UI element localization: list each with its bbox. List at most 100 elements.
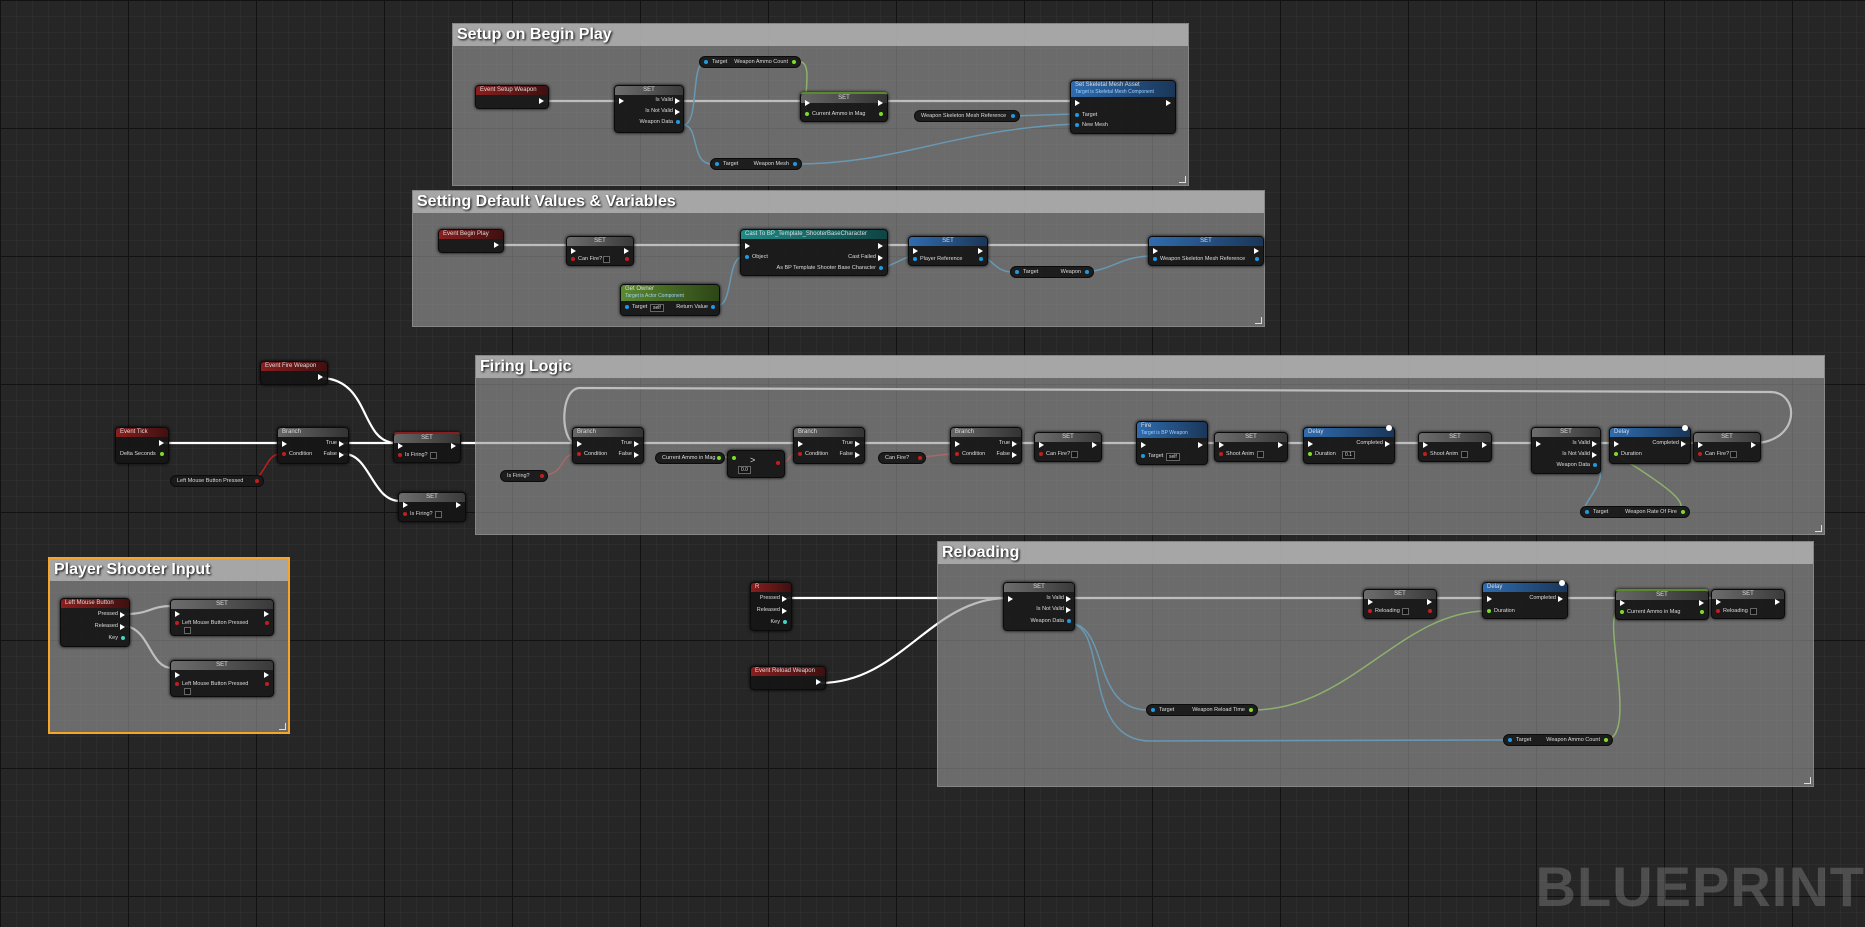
event-reload-weapon-node[interactable]: Event Reload Weapon [750,666,826,690]
exec-out-pin[interactable] [878,100,883,106]
exec-in-pin[interactable] [403,502,408,508]
exec-out-pin[interactable] [1482,442,1487,448]
exec-in-pin[interactable] [1368,599,1373,605]
is-valid-pin[interactable] [1066,596,1071,602]
exec-out-pin[interactable] [1278,442,1283,448]
exec-in-pin[interactable] [1423,442,1428,448]
exec-out-pin[interactable] [1427,599,1432,605]
get-weapon-rate-of-fire-node[interactable]: Target Weapon Rate Of Fire [1580,506,1690,518]
exec-in-pin[interactable] [798,441,803,447]
condition-pin[interactable] [282,452,286,456]
exec-in-pin[interactable] [619,98,624,104]
set-reloading-true-node[interactable]: SET Reloading [1363,589,1437,619]
event-fire-weapon-node[interactable]: Event Fire Weapon [260,361,328,385]
exec-out-pin[interactable] [456,502,461,508]
exec-out-pin[interactable] [1775,599,1780,605]
set-can-fire-node[interactable]: SET Can Fire? [566,236,634,266]
exec-in-pin[interactable] [398,443,403,449]
is-firing-getter[interactable]: Is Firing? [500,470,548,482]
target-pin[interactable] [1508,738,1512,742]
object-pin[interactable] [745,255,749,259]
key-pin[interactable] [121,636,125,640]
target-pin[interactable] [715,162,719,166]
return-value-pin[interactable] [711,305,715,309]
target-pin[interactable] [1151,708,1155,712]
current-ammo-out-pin[interactable] [1700,610,1704,614]
released-pin[interactable] [782,608,787,614]
event-tick-node[interactable]: Event Tick Delta Seconds [115,427,169,464]
get-weapon-node[interactable]: Target Weapon [1010,266,1094,278]
is-valid-pin[interactable] [675,98,680,104]
exec-out-pin[interactable] [159,440,164,446]
resize-handle[interactable] [1179,176,1186,183]
target-pin[interactable] [1141,454,1145,458]
event-begin-play-node[interactable]: Event Begin Play [438,229,504,253]
weapon-data-pin[interactable] [676,120,680,124]
true-pin[interactable] [339,441,344,447]
exec-in-pin[interactable] [175,611,180,617]
can-fire-pin[interactable] [571,257,575,261]
exec-in-pin[interactable] [1141,442,1146,448]
exec-out-pin[interactable] [978,248,983,254]
new-mesh-pin[interactable] [1075,123,1079,127]
completed-pin[interactable] [1385,441,1390,447]
reloading-pin[interactable] [1368,609,1372,613]
get-weapon-reload-time-node[interactable]: Target Weapon Reload Time [1146,704,1258,716]
ammo-count-pin[interactable] [1604,738,1608,742]
lmb-pressed-pin[interactable] [175,682,179,686]
exec-in-pin[interactable] [1716,599,1721,605]
exec-out-pin[interactable] [1751,442,1756,448]
set-is-firing-true-node[interactable]: SET Is Firing? [393,432,461,463]
exec-out-pin[interactable] [878,243,883,249]
target-pin[interactable] [1015,270,1019,274]
can-fire-out-pin[interactable] [625,257,629,261]
current-ammo-getter[interactable]: Current Ammo in Mag [655,452,725,464]
set-weapon-skeleton-mesh-node[interactable]: SET Weapon Skeleton Mesh Reference [1148,236,1264,266]
lmb-pressed-checkbox[interactable] [184,688,191,695]
is-firing-checkbox[interactable] [435,511,442,518]
compare-value-field[interactable]: 0.0 [738,466,751,474]
target-pin[interactable] [1585,510,1589,514]
current-ammo-pin[interactable] [805,112,809,116]
r-key-event-node[interactable]: R Pressed Released Key [750,582,792,631]
exec-in-pin[interactable] [1487,596,1492,602]
as-bp-pin[interactable] [879,266,883,270]
exec-out-pin[interactable] [494,242,499,248]
pressed-pin[interactable] [120,612,125,618]
resize-handle[interactable] [1255,317,1262,324]
duration-pin[interactable] [1614,452,1618,456]
exec-in-pin[interactable] [805,100,810,106]
self-field[interactable]: self [650,304,664,312]
delay-rate-of-fire-node[interactable]: Delay Completed Duration [1609,425,1691,464]
exec-in-pin[interactable] [1698,442,1703,448]
lmb-pressed-out-pin[interactable] [265,682,269,686]
cast-to-shooter-character-node[interactable]: Cast To BP_Template_ShooterBaseCharacter… [740,229,888,276]
exec-out-pin[interactable] [1699,600,1704,606]
can-fire-checkbox[interactable] [603,256,610,263]
exec-in-pin[interactable] [1308,441,1313,447]
true-pin[interactable] [634,441,639,447]
released-pin[interactable] [120,624,125,630]
lmb-pressed-checkbox[interactable] [184,627,191,634]
set-reloading-false-node[interactable]: SET Reloading [1711,589,1785,619]
exec-in-pin[interactable] [1039,442,1044,448]
reference-pin[interactable] [1011,114,1015,118]
is-valid-reload-node[interactable]: SET Is Valid Is Not Valid Weapon Data [1003,582,1075,631]
exec-in-pin[interactable] [282,441,287,447]
key-pin[interactable] [783,620,787,624]
weapon-mesh-pin[interactable] [793,162,797,166]
current-ammo-out-pin[interactable] [879,112,883,116]
condition-pin[interactable] [798,452,802,456]
target-pin[interactable] [704,60,708,64]
is-not-valid-pin[interactable] [1066,607,1071,613]
set-player-reference-node[interactable]: SET Player Reference [908,236,988,266]
can-fire-checkbox[interactable] [1071,451,1078,458]
delay-reload-node[interactable]: Delay Completed Duration [1482,580,1568,619]
delta-seconds-pin[interactable] [160,452,164,456]
event-setup-weapon-node[interactable]: Event Setup Weapon [475,85,549,109]
duration-pin[interactable] [1308,452,1312,456]
reloading-checkbox[interactable] [1750,608,1757,615]
exec-out-pin[interactable] [1092,442,1097,448]
condition-pin[interactable] [955,452,959,456]
comment-reloading[interactable]: Reloading [937,541,1814,787]
